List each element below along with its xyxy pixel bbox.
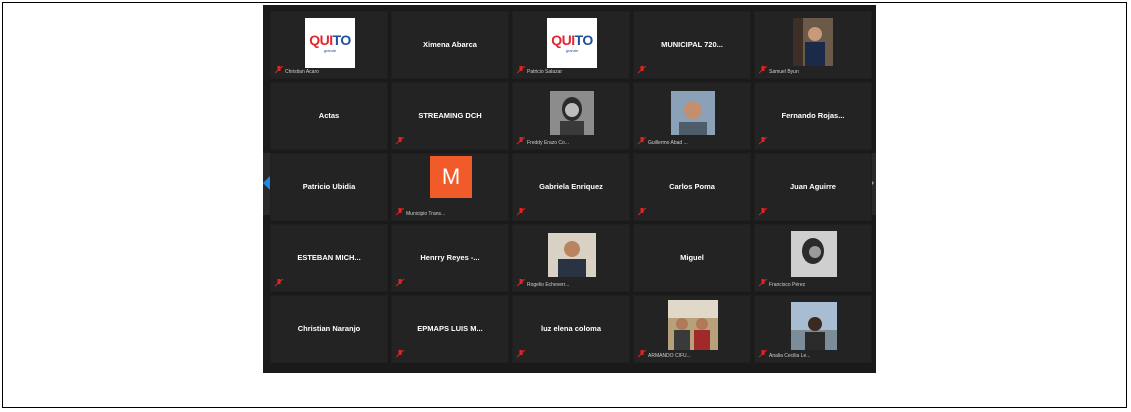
participant-name: Patricio Ubidia	[302, 182, 356, 191]
participant-grid: QUITO grande Christian Acaro Ximena Abar…	[270, 11, 872, 371]
participant-tile[interactable]: Guillermo Abad ...	[633, 82, 751, 150]
participant-tile[interactable]: Gabriela Enriquez	[512, 153, 630, 221]
participant-photo	[793, 18, 833, 66]
participant-name-label: Analia Cecilia Le...	[769, 353, 811, 359]
mic-muted-icon	[396, 279, 404, 287]
participant-photo	[550, 91, 594, 135]
participant-name-label: Rogelio Echeverr...	[527, 282, 570, 288]
participant-photo	[791, 302, 837, 350]
municipio-m-logo: M	[430, 156, 472, 198]
participant-name-label: ARMANDO CIFU...	[648, 353, 691, 359]
quito-logo: QUITO grande	[305, 18, 355, 68]
mic-muted-icon	[759, 66, 767, 74]
participant-name-label: Municipio Trans...	[406, 211, 446, 217]
mic-muted-icon	[396, 208, 404, 216]
mic-muted-icon	[638, 137, 646, 145]
participant-tile[interactable]: Rogelio Echeverr...	[512, 224, 630, 292]
participant-name: luz elena coloma	[540, 324, 602, 333]
participant-tile[interactable]: ESTEBAN MICH...	[270, 224, 388, 292]
participant-tile[interactable]: Juan Aguirre	[754, 153, 872, 221]
participant-tile[interactable]: STREAMING DCH	[391, 82, 509, 150]
participant-name: Fernando Rojas...	[781, 111, 845, 120]
quito-logo: QUITO grande	[547, 18, 597, 68]
participant-photo	[548, 233, 596, 277]
participant-tile[interactable]: M Municipio Trans...	[391, 153, 509, 221]
participant-name-label: Francisco Pérez	[769, 282, 806, 288]
participant-name-label: Christian Acaro	[285, 69, 319, 75]
participant-tile[interactable]: Freddy Erazo Co...	[512, 82, 630, 150]
participant-tile[interactable]: QUITO grande Christian Acaro	[270, 11, 388, 79]
participant-name: Ximena Abarca	[423, 40, 477, 49]
mic-muted-icon	[396, 137, 404, 145]
participant-tile[interactable]: Actas	[270, 82, 388, 150]
participant-tile[interactable]: luz elena coloma	[512, 295, 630, 363]
participant-tile[interactable]: Ximena Abarca	[391, 11, 509, 79]
mic-muted-icon	[517, 137, 525, 145]
mic-muted-icon	[759, 208, 767, 216]
participant-tile[interactable]: MUNICIPAL 720...	[633, 11, 751, 79]
participant-tile[interactable]: Analia Cecilia Le...	[754, 295, 872, 363]
mic-muted-icon	[517, 279, 525, 287]
mic-muted-icon	[638, 66, 646, 74]
participant-tile[interactable]: Samuel Byun	[754, 11, 872, 79]
participant-name: STREAMING DCH	[418, 111, 482, 120]
mic-muted-icon	[517, 208, 525, 216]
mic-muted-icon	[759, 350, 767, 358]
participant-tile[interactable]: Miguel	[633, 224, 751, 292]
participant-tile[interactable]: Carlos Poma	[633, 153, 751, 221]
mic-muted-icon	[517, 66, 525, 74]
participant-tile[interactable]: Henrry Reyes -...	[391, 224, 509, 292]
participant-photo	[668, 300, 718, 350]
participant-name: EPMAPS LUIS M...	[417, 324, 483, 333]
participant-tile[interactable]: Christian Naranjo	[270, 295, 388, 363]
participant-tile[interactable]: EPMAPS LUIS M...	[391, 295, 509, 363]
participant-name: MUNICIPAL 720...	[661, 40, 723, 49]
participant-name: Christian Naranjo	[297, 324, 361, 333]
mic-muted-icon	[275, 66, 283, 74]
participant-tile[interactable]: QUITO grande Patricio Salazar	[512, 11, 630, 79]
participant-tile[interactable]: Patricio Ubidia	[270, 153, 388, 221]
mic-muted-icon	[638, 208, 646, 216]
mic-muted-icon	[517, 350, 525, 358]
participant-name: Miguel	[680, 253, 704, 262]
participant-photo	[671, 91, 715, 135]
participant-name: Juan Aguirre	[790, 182, 836, 191]
participant-name: Actas	[318, 111, 340, 120]
participant-name-label: Guillermo Abad ...	[648, 140, 688, 146]
mic-muted-icon	[275, 279, 283, 287]
participant-tile[interactable]: Fernando Rojas...	[754, 82, 872, 150]
meeting-gallery-view: QUITO grande Christian Acaro Ximena Abar…	[263, 5, 876, 373]
participant-name: Carlos Poma	[669, 182, 715, 191]
participant-tile[interactable]: ARMANDO CIFU...	[633, 295, 751, 363]
participant-tile[interactable]: Francisco Pérez	[754, 224, 872, 292]
participant-name: ESTEBAN MICH...	[297, 253, 361, 262]
participant-name: Gabriela Enriquez	[539, 182, 603, 191]
participant-name-label: Freddy Erazo Co...	[527, 140, 569, 146]
participant-photo	[791, 231, 837, 277]
participant-name-label: Samuel Byun	[769, 69, 799, 75]
mic-muted-icon	[759, 137, 767, 145]
participant-name-label: Patricio Salazar	[527, 69, 563, 75]
participant-name: Henrry Reyes -...	[420, 253, 480, 262]
mic-muted-icon	[638, 350, 646, 358]
mic-muted-icon	[759, 279, 767, 287]
mic-muted-icon	[396, 350, 404, 358]
